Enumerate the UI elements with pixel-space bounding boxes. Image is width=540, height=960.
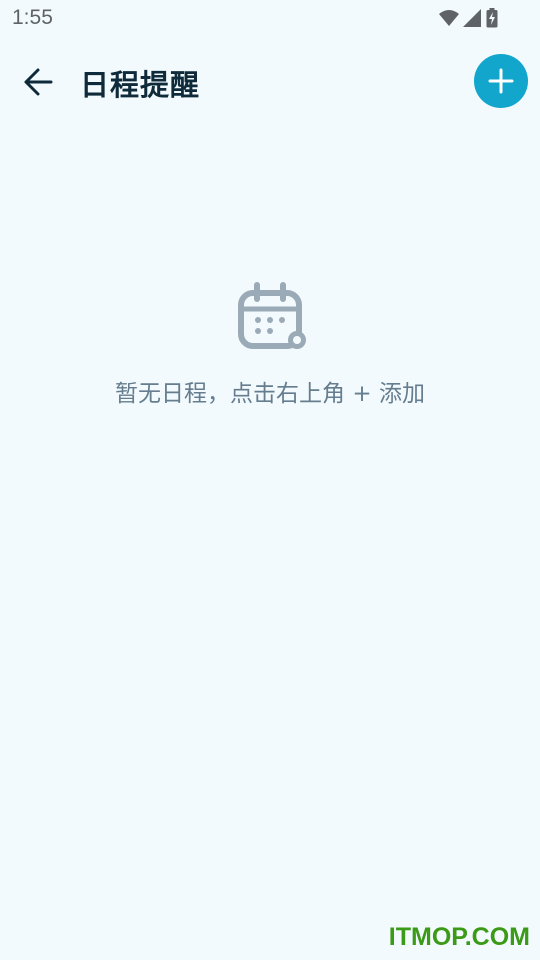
battery-icon <box>486 8 498 28</box>
calendar-icon <box>238 282 306 349</box>
arrow-left-icon <box>24 68 53 96</box>
back-button[interactable] <box>14 60 62 104</box>
status-icons <box>438 8 500 28</box>
watermark: ITMOP.COM <box>388 923 530 951</box>
page-title: 日程提醒 <box>80 68 201 102</box>
plus-icon <box>488 68 514 94</box>
status-time: 1:55 <box>12 6 53 29</box>
status-bar: 1:55 <box>0 0 540 38</box>
add-button[interactable] <box>474 54 528 108</box>
app-bar: 日程提醒 <box>0 44 540 120</box>
signal-icon <box>463 9 481 27</box>
empty-state-message: 暂无日程，点击右上角 + 添加 <box>115 381 425 407</box>
wifi-icon <box>439 10 459 26</box>
empty-state: 暂无日程，点击右上角 + 添加 <box>0 280 540 408</box>
